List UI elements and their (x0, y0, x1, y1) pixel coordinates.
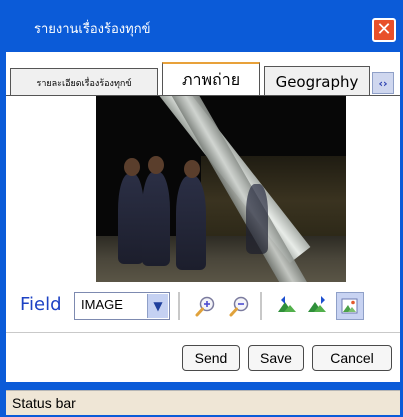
field-select[interactable]: IMAGE ▼ (74, 292, 170, 320)
add-image-icon[interactable] (336, 292, 364, 320)
dialog-window: รายงานเรื่องร้องทุกข์ ✕ รายละเอียดเรื่อง… (0, 0, 403, 417)
status-text: Status bar (12, 395, 76, 411)
toolbar-separator (178, 292, 180, 320)
field-label: Field (20, 294, 62, 315)
tab-complaint-details[interactable]: รายละเอียดเรื่องร้องทุกข์ (10, 68, 158, 96)
zoom-in-icon[interactable] (192, 292, 220, 320)
status-bar-panel: Status bar (6, 390, 400, 415)
prev-image-icon[interactable] (274, 292, 302, 320)
cancel-button[interactable]: Cancel (312, 345, 392, 371)
tab-label: รายละเอียดเรื่องร้องทุกข์ (36, 78, 132, 89)
tab-geography[interactable]: Geography (264, 66, 370, 96)
close-icon[interactable]: ✕ (372, 18, 396, 42)
dialog-body: รายละเอียดเรื่องร้องทุกข์ ภาพถ่าย Geogra… (6, 52, 400, 382)
photo-person (142, 172, 170, 266)
save-button[interactable]: Save (248, 345, 304, 371)
tab-photos[interactable]: ภาพถ่าย (162, 62, 260, 96)
photo-person (176, 176, 206, 270)
photo-person-head (124, 158, 140, 176)
tab-strip: รายละเอียดเรื่องร้องทุกข์ ภาพถ่าย Geogra… (6, 60, 400, 96)
toolbar-separator (260, 292, 262, 320)
status-bar: Status bar (0, 382, 403, 417)
photo-person (118, 174, 144, 264)
zoom-out-icon[interactable] (226, 292, 254, 320)
photo-person-head (184, 160, 200, 178)
tab-label: ภาพถ่าย (181, 69, 241, 89)
tab-label: Geography (275, 72, 359, 91)
send-button[interactable]: Send (182, 345, 240, 371)
tab-scroll-arrows-icon[interactable]: ‹› (372, 72, 394, 94)
field-select-value: IMAGE (81, 297, 123, 312)
chevron-down-icon[interactable]: ▼ (147, 294, 168, 318)
photo-image (96, 96, 346, 282)
footer-divider (6, 332, 400, 333)
photo-person-head (148, 156, 164, 174)
photo-person (246, 184, 268, 254)
photo-toolbar: Field IMAGE ▼ (6, 284, 400, 324)
next-image-icon[interactable] (304, 292, 332, 320)
title-bar: รายงานเรื่องร้องทุกข์ ✕ (0, 0, 403, 52)
window-title: รายงานเรื่องร้องทุกข์ (34, 22, 151, 37)
